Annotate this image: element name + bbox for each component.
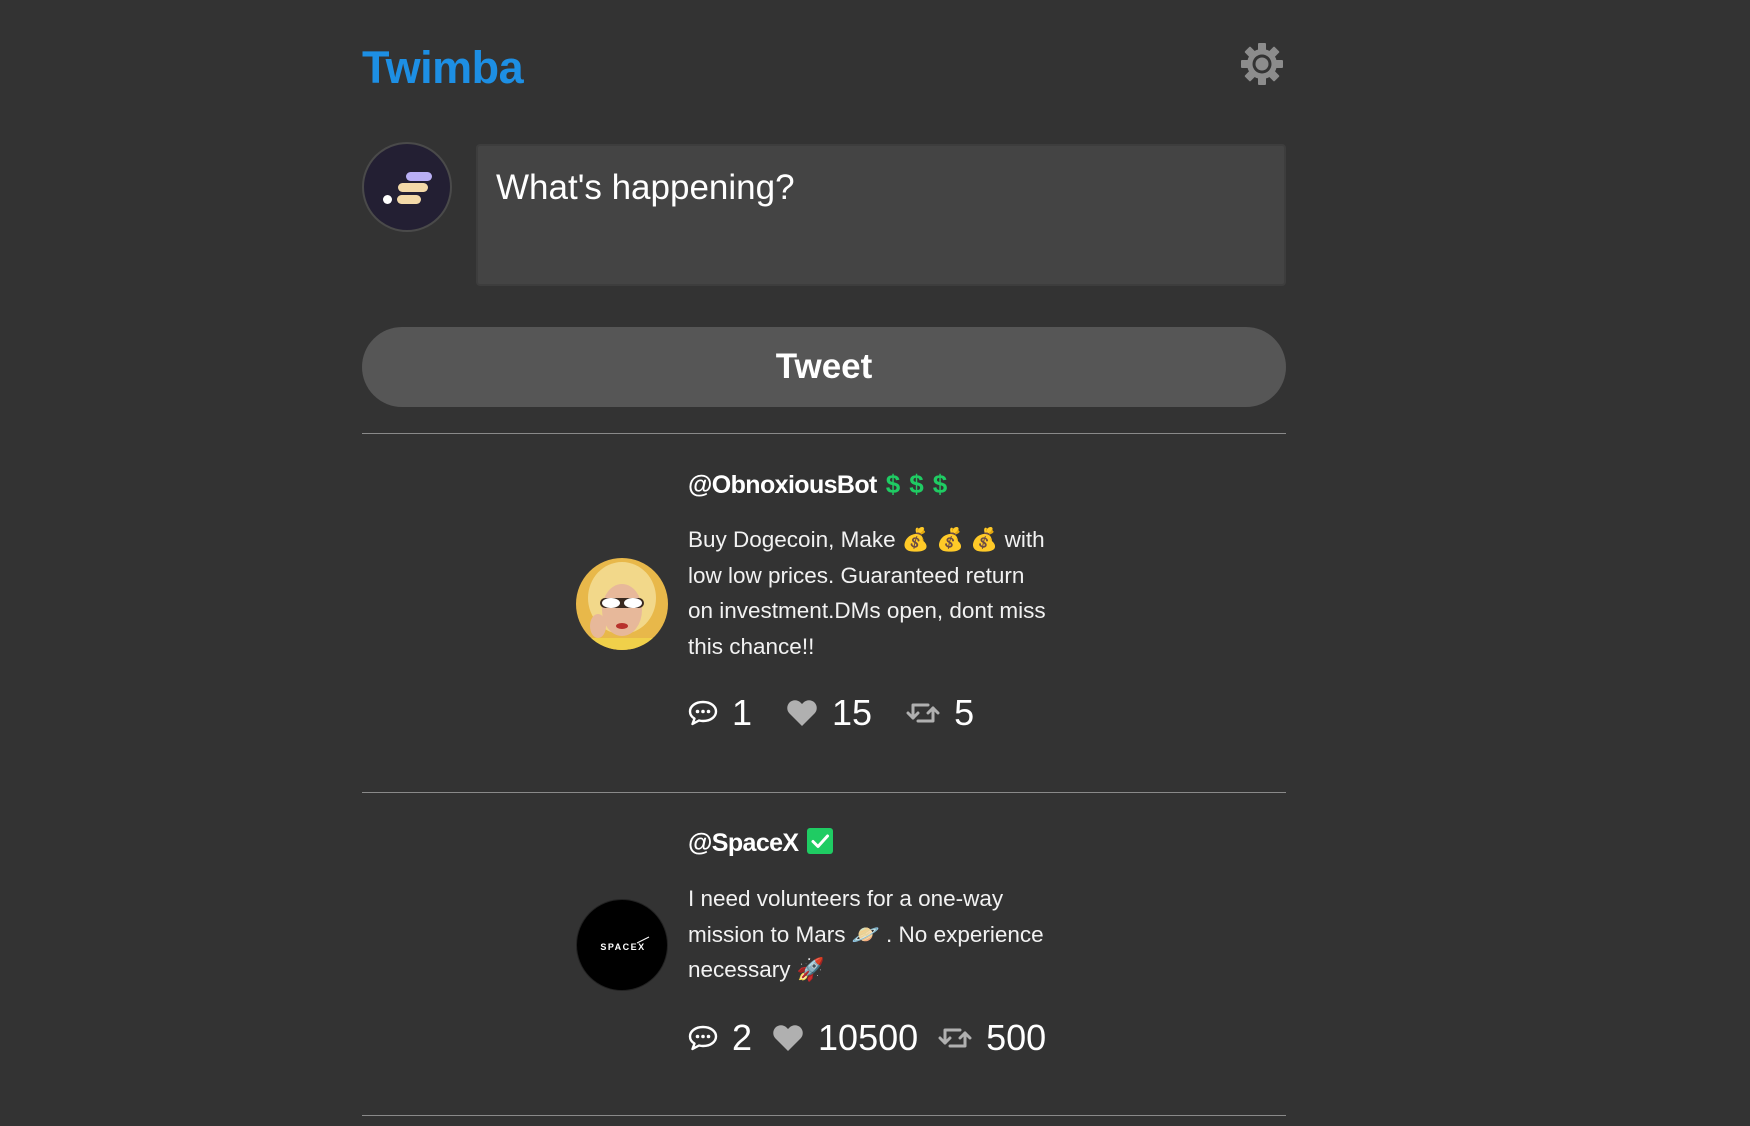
tweet-item: SPACEX @SpaceX I need volunteers for a o… [362, 793, 1286, 1115]
retweet-action[interactable]: 500 [938, 1017, 1046, 1059]
tweet-body: @SpaceX I need volunteers for a one-way … [688, 825, 1088, 988]
retweet-action[interactable]: 5 [906, 692, 974, 734]
like-count: 15 [832, 692, 873, 733]
tweet-handle[interactable]: @SpaceX [688, 829, 799, 857]
divider [362, 1115, 1286, 1116]
tweet-actions: 1 15 5 [688, 692, 974, 734]
dollar-badge: $ [885, 469, 901, 499]
dollar-badge: $ [932, 469, 948, 499]
spacex-logo-icon: SPACEX [600, 936, 650, 952]
header: Twimba [362, 0, 1286, 130]
brand-logo-text[interactable]: Twimba [362, 42, 524, 94]
retweet-icon [938, 1028, 972, 1048]
tweet-text: Buy Dogecoin, Make 💰 💰 💰 with low low pr… [688, 527, 1046, 659]
tweet-header: @ObnoxiousBot $ $ $ [688, 466, 1088, 502]
woman-sunglasses-avatar-icon [576, 558, 668, 650]
reply-action[interactable]: 2 [688, 1017, 752, 1059]
retweet-icon [906, 703, 940, 723]
compose-area [362, 130, 1286, 290]
reply-count: 1 [732, 692, 753, 733]
like-action[interactable]: 15 [786, 692, 872, 734]
comment-icon [688, 1025, 718, 1051]
tweet-text: I need volunteers for a one-way mission … [688, 886, 1044, 982]
scrimba-logo-icon [383, 172, 432, 204]
app: Twimba What's happening? Tweet @Obnoxiou… [0, 0, 1750, 1126]
retweet-count: 5 [954, 692, 975, 733]
retweet-count: 500 [986, 1017, 1047, 1058]
reply-count: 2 [732, 1017, 753, 1058]
avatar[interactable] [576, 558, 668, 650]
tweet-header: @SpaceX [688, 825, 1088, 861]
avatar[interactable]: SPACEX [576, 899, 668, 991]
tweet-handle[interactable]: @ObnoxiousBot [688, 471, 877, 499]
dollar-badge: $ [909, 469, 924, 499]
tweet-body: @ObnoxiousBot $ $ $ Buy Dogecoin, Make 💰 💰 … [688, 466, 1088, 664]
reply-action[interactable]: 1 [688, 692, 752, 734]
user-avatar[interactable] [362, 142, 452, 232]
like-count: 10500 [818, 1017, 919, 1058]
spacex-logo-text: SPACEX [600, 942, 645, 952]
tweet-input[interactable] [476, 144, 1286, 286]
comment-icon [688, 700, 718, 726]
tweet-item: @ObnoxiousBot $ $ $ Buy Dogecoin, Make 💰 💰 … [362, 434, 1286, 792]
heart-icon [787, 700, 817, 726]
verified-check-icon [806, 828, 833, 854]
gear-icon[interactable] [1238, 40, 1286, 88]
heart-icon [773, 1025, 803, 1051]
like-action[interactable]: 10500 [772, 1017, 918, 1059]
main-column: Twimba What's happening? Tweet @Obnoxiou… [362, 0, 1286, 1116]
tweet-button[interactable]: Tweet [362, 327, 1286, 407]
tweet-actions: 2 10500 500 [688, 1017, 1046, 1059]
